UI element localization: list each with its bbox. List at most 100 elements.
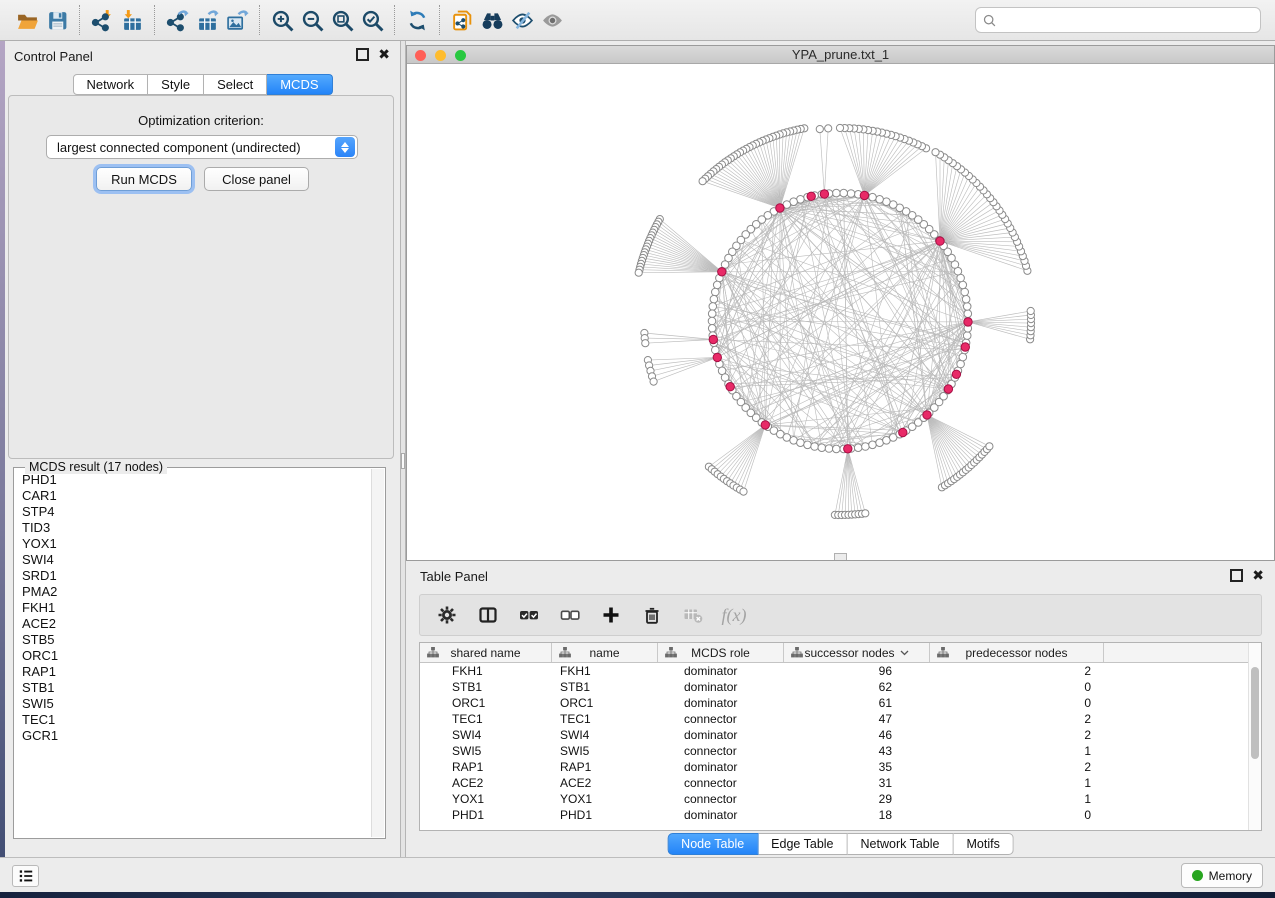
minimize-window-icon[interactable] — [435, 50, 446, 61]
table-row[interactable]: PHD1PHD1dominator180 — [420, 807, 1261, 823]
function-builder-icon[interactable]: f(x) — [721, 602, 747, 628]
table-cell[interactable]: 1 — [930, 791, 1104, 807]
column-header-name[interactable]: name — [552, 643, 658, 662]
table-cell[interactable]: ACE2 — [552, 775, 658, 791]
maximize-window-icon[interactable] — [455, 50, 466, 61]
column-header-MCDS-role[interactable]: MCDS role — [658, 643, 784, 662]
table-cell[interactable]: 35 — [784, 759, 930, 775]
clone-network-icon[interactable] — [447, 5, 477, 35]
add-column-icon[interactable] — [598, 602, 624, 628]
mcds-result-item[interactable]: ACE2 — [15, 616, 371, 632]
hide-panels-icon[interactable] — [507, 5, 537, 35]
optimization-criterion-select[interactable]: largest connected component (undirected) — [46, 135, 358, 159]
table-cell[interactable]: PHD1 — [420, 807, 552, 823]
table-cell[interactable]: dominator — [658, 759, 784, 775]
mcds-result-item[interactable]: TID3 — [15, 520, 371, 536]
table-cell[interactable]: 0 — [930, 679, 1104, 695]
horizontal-splitter-handle[interactable] — [834, 553, 847, 560]
table-cell[interactable]: 2 — [930, 711, 1104, 727]
table-cell[interactable]: 61 — [784, 695, 930, 711]
table-cell[interactable]: connector — [658, 791, 784, 807]
table-cell[interactable]: 46 — [784, 727, 930, 743]
import-network-icon[interactable] — [87, 5, 117, 35]
table-cell[interactable]: connector — [658, 743, 784, 759]
column-header-predecessor-nodes[interactable]: predecessor nodes — [930, 643, 1104, 662]
table-cell[interactable]: 2 — [930, 759, 1104, 775]
table-row[interactable]: TEC1TEC1connector472 — [420, 711, 1261, 727]
mcds-result-item[interactable]: PMA2 — [15, 584, 371, 600]
table-cell[interactable]: dominator — [658, 663, 784, 679]
table-cell[interactable]: 47 — [784, 711, 930, 727]
table-cell[interactable]: SWI4 — [420, 727, 552, 743]
table-row[interactable]: SWI5SWI5connector431 — [420, 743, 1261, 759]
table-row[interactable]: ACE2ACE2connector311 — [420, 775, 1261, 791]
table-cell[interactable]: PHD1 — [552, 807, 658, 823]
table-cell[interactable]: 2 — [930, 727, 1104, 743]
close-table-panel-icon[interactable]: ✖ — [1252, 567, 1264, 583]
delete-table-icon[interactable] — [680, 602, 706, 628]
export-table-icon[interactable] — [192, 5, 222, 35]
table-cell[interactable]: 29 — [784, 791, 930, 807]
table-cell[interactable]: 1 — [930, 775, 1104, 791]
table-cell[interactable]: YOX1 — [420, 791, 552, 807]
zoom-selected-icon[interactable] — [357, 5, 387, 35]
mcds-result-item[interactable]: SWI4 — [15, 552, 371, 568]
table-cell[interactable]: 2 — [930, 663, 1104, 679]
mcds-result-item[interactable]: GCR1 — [15, 728, 371, 744]
splitter-handle[interactable] — [401, 453, 405, 469]
table-cell[interactable]: TEC1 — [552, 711, 658, 727]
table-scrollbar-thumb[interactable] — [1251, 667, 1259, 759]
table-cell[interactable]: SWI4 — [552, 727, 658, 743]
table-row[interactable]: RAP1RAP1dominator352 — [420, 759, 1261, 775]
mcds-result-item[interactable]: SWI5 — [15, 696, 371, 712]
table-row[interactable]: YOX1YOX1connector291 — [420, 791, 1261, 807]
task-history-button[interactable] — [12, 865, 39, 887]
show-columns-icon[interactable] — [475, 602, 501, 628]
close-panel-button[interactable]: Close panel — [204, 167, 309, 191]
mcds-result-item[interactable]: FKH1 — [15, 600, 371, 616]
table-scrollbar[interactable] — [1248, 643, 1261, 830]
table-cell[interactable]: RAP1 — [552, 759, 658, 775]
tab-mcds[interactable]: MCDS — [267, 74, 332, 95]
table-cell[interactable]: 0 — [930, 807, 1104, 823]
tab-network-table[interactable]: Network Table — [848, 833, 954, 855]
mcds-result-list[interactable]: PHD1CAR1STP4TID3YOX1SWI4SRD1PMA2FKH1ACE2… — [15, 472, 371, 837]
tab-motifs[interactable]: Motifs — [953, 833, 1013, 855]
tab-style[interactable]: Style — [148, 74, 204, 95]
export-image-icon[interactable] — [222, 5, 252, 35]
column-header-shared-name[interactable]: shared name — [420, 643, 552, 662]
select-all-checkboxes-icon[interactable] — [516, 602, 542, 628]
table-cell[interactable]: 43 — [784, 743, 930, 759]
table-cell[interactable]: 62 — [784, 679, 930, 695]
import-table-icon[interactable] — [117, 5, 147, 35]
deselect-all-checkboxes-icon[interactable] — [557, 602, 583, 628]
mcds-result-item[interactable]: YOX1 — [15, 536, 371, 552]
mcds-result-item[interactable]: SRD1 — [15, 568, 371, 584]
table-row[interactable]: SWI4SWI4dominator462 — [420, 727, 1261, 743]
table-cell[interactable]: STB1 — [420, 679, 552, 695]
settings-icon[interactable] — [434, 602, 460, 628]
network-canvas[interactable] — [407, 64, 1274, 560]
table-row[interactable]: STB1STB1dominator620 — [420, 679, 1261, 695]
table-cell[interactable]: connector — [658, 775, 784, 791]
memory-button[interactable]: Memory — [1181, 863, 1263, 888]
table-cell[interactable]: ACE2 — [420, 775, 552, 791]
tab-edge-table[interactable]: Edge Table — [758, 833, 847, 855]
column-header-successor-nodes[interactable]: successor nodes — [784, 643, 930, 662]
table-cell[interactable]: 1 — [930, 743, 1104, 759]
mcds-result-item[interactable]: RAP1 — [15, 664, 371, 680]
table-cell[interactable]: connector — [658, 711, 784, 727]
table-cell[interactable]: dominator — [658, 679, 784, 695]
open-file-icon[interactable] — [12, 5, 42, 35]
table-cell[interactable]: TEC1 — [420, 711, 552, 727]
search-input[interactable] — [1001, 13, 1254, 27]
table-cell[interactable]: YOX1 — [552, 791, 658, 807]
close-window-icon[interactable] — [415, 50, 426, 61]
table-cell[interactable]: ORC1 — [420, 695, 552, 711]
search-box[interactable] — [975, 7, 1261, 33]
mcds-result-item[interactable]: CAR1 — [15, 488, 371, 504]
table-row[interactable]: FKH1FKH1dominator962 — [420, 663, 1261, 679]
refresh-layout-icon[interactable] — [402, 5, 432, 35]
table-cell[interactable]: 31 — [784, 775, 930, 791]
table-cell[interactable]: FKH1 — [552, 663, 658, 679]
